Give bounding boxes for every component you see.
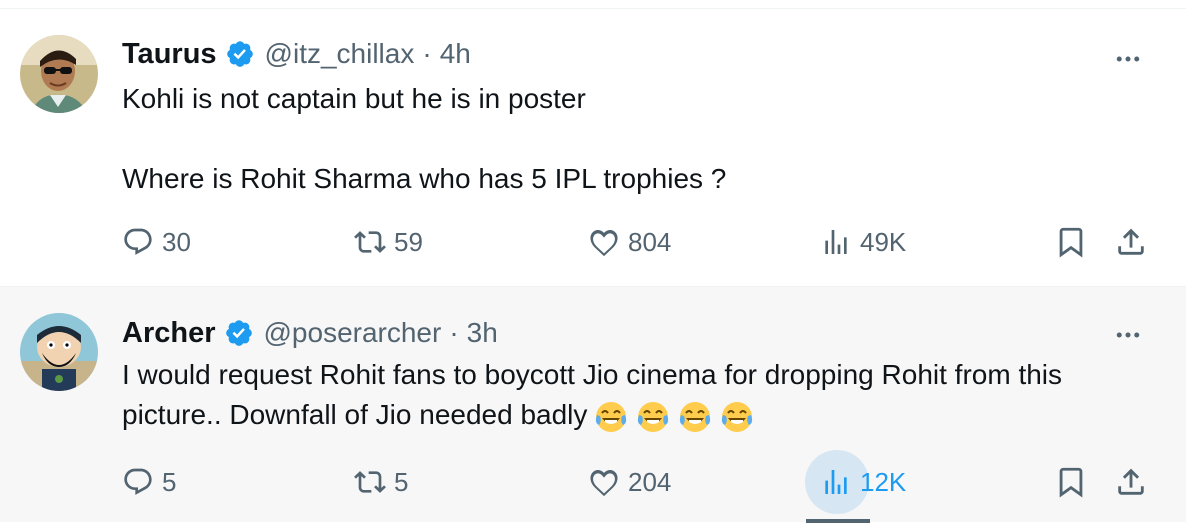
like-button[interactable]: 804	[588, 222, 671, 262]
like-count: 204	[628, 466, 672, 497]
bookmark-icon[interactable]	[1054, 465, 1088, 499]
separator-dot: ·	[449, 317, 459, 348]
like-icon	[590, 229, 618, 257]
repost-count: 5	[394, 466, 409, 497]
share-icon[interactable]	[1114, 465, 1148, 499]
face-with-tears-of-joy-icon	[722, 401, 753, 432]
face-with-tears-of-joy-icon	[680, 401, 711, 432]
repost-icon	[354, 471, 386, 493]
views-button[interactable]: 49K	[820, 222, 906, 262]
tweet[interactable]: Archer @poserarcher · 3h I would request…	[0, 286, 1186, 523]
like-icon	[590, 469, 618, 497]
repost-count: 59	[394, 226, 423, 257]
reply-button[interactable]: 5	[122, 462, 176, 502]
views-count: 12K	[860, 466, 907, 497]
more-icon[interactable]	[1110, 41, 1146, 77]
views-icon	[825, 470, 847, 494]
more-icon[interactable]	[1110, 317, 1146, 353]
timestamp[interactable]: 4h	[440, 38, 471, 70]
reply-icon	[124, 228, 152, 255]
separator-dot: ·	[422, 38, 432, 69]
repost-button[interactable]: 59	[354, 222, 423, 262]
tweet-header: Archer @poserarcher · 3h	[122, 315, 498, 351]
repost-button[interactable]: 5	[354, 462, 408, 502]
tweet-text: Kohli is not captain but he is in poster…	[122, 83, 727, 194]
tweet-header: Taurus @itz_chillax · 4h	[122, 36, 471, 72]
views-count: 49K	[860, 226, 907, 257]
avatar[interactable]	[20, 35, 98, 113]
verified-badge-icon	[225, 320, 252, 346]
repost-icon	[354, 231, 386, 253]
user-handle[interactable]: @itz_chillax	[265, 38, 415, 70]
like-count: 804	[628, 226, 672, 257]
views-icon	[825, 230, 847, 254]
display-name[interactable]: Taurus	[122, 38, 217, 71]
action-bar: 5 5 204 12K	[0, 450, 1186, 523]
tooltip-edge	[806, 519, 870, 523]
verified-badge-icon	[226, 41, 253, 67]
emoji-group	[593, 399, 761, 435]
action-bar: 30 59 804 49K	[0, 222, 1186, 262]
avatar[interactable]	[20, 313, 98, 391]
face-with-tears-of-joy-icon	[638, 401, 669, 432]
reply-button[interactable]: 30	[122, 222, 191, 262]
reply-icon	[124, 468, 152, 495]
reply-count: 30	[162, 226, 191, 257]
timestamp[interactable]: 3h	[467, 317, 498, 349]
reply-count: 5	[162, 466, 177, 497]
views-button[interactable]: 12K	[820, 462, 906, 502]
face-with-tears-of-joy-icon	[596, 401, 627, 432]
display-name[interactable]: Archer	[122, 317, 216, 350]
tweet-text: I would request Rohit fans to boycott Ji…	[122, 355, 1132, 435]
bookmark-icon[interactable]	[1054, 225, 1088, 259]
share-icon[interactable]	[1114, 225, 1148, 259]
tweet[interactable]: Taurus @itz_chillax · 4h Kohli is not ca…	[0, 9, 1186, 286]
user-handle[interactable]: @poserarcher	[264, 317, 442, 349]
like-button[interactable]: 204	[588, 462, 671, 502]
